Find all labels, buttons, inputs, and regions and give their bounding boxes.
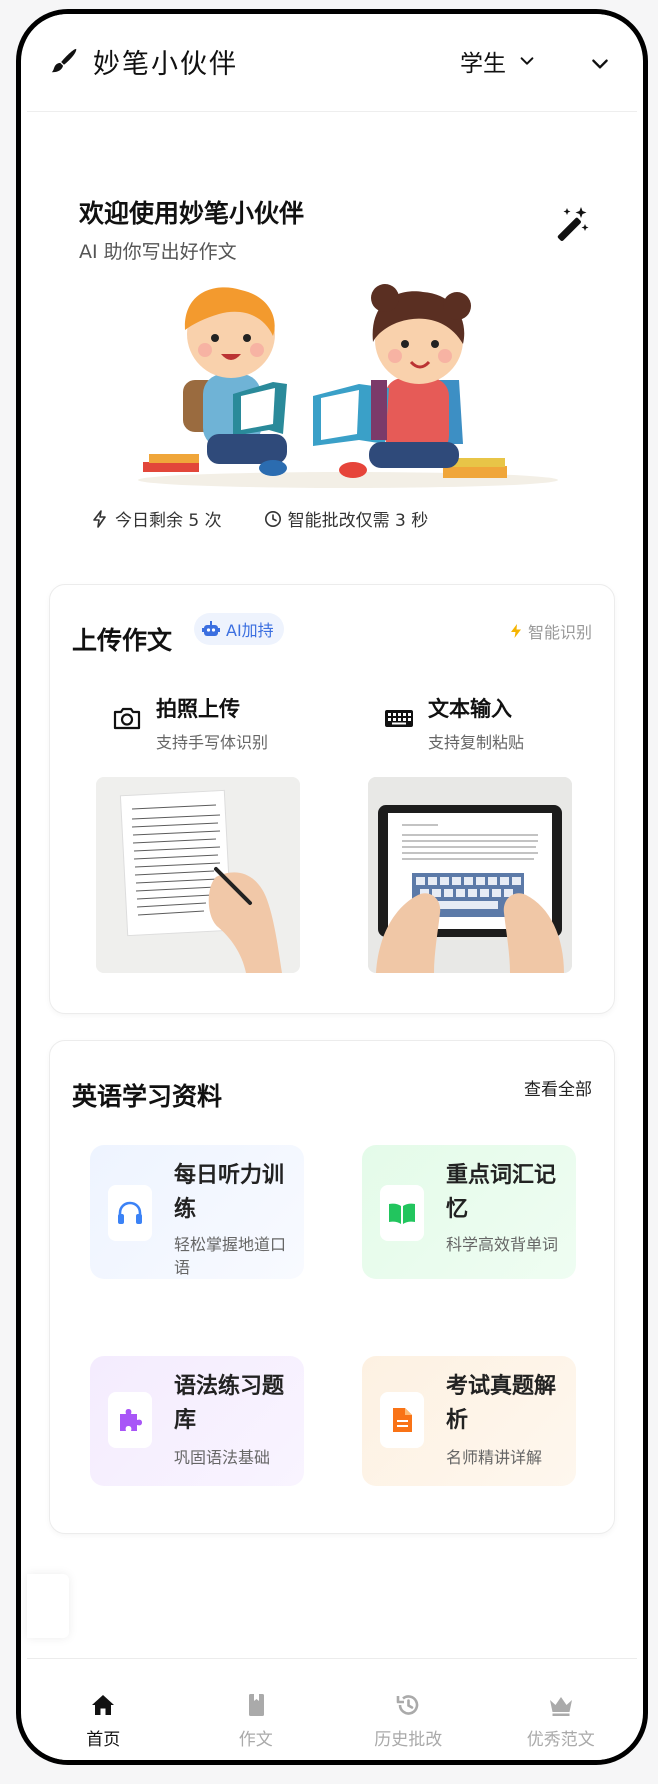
screen: 妙笔小伙伴 学生 欢迎使用妙笔小伙伴 AI 助你写出好作文 今日剩余 5 次 智… bbox=[27, 14, 637, 1760]
nav-essay[interactable]: 作文 bbox=[180, 1659, 333, 1760]
robot-icon bbox=[202, 621, 220, 636]
history-icon bbox=[396, 1695, 419, 1715]
nav-label: 历史批改 bbox=[374, 1730, 443, 1750]
tablet-typing-photo[interactable] bbox=[368, 777, 572, 973]
tile-icon-box bbox=[380, 1185, 424, 1241]
resources-card: 英语学习资料 查看全部 每日听力训练 轻松掌握地道口语 重点词汇记忆 科学高效背… bbox=[49, 1040, 615, 1534]
nav-excellent[interactable]: 优秀范文 bbox=[485, 1659, 638, 1760]
app-title: 妙笔小伙伴 bbox=[93, 49, 238, 80]
photo-upload-title: 拍照上传 bbox=[156, 697, 240, 721]
resource-grammar[interactable]: 语法练习题库 巩固语法基础 bbox=[90, 1356, 304, 1486]
home-icon bbox=[92, 1695, 115, 1715]
puzzle-icon bbox=[120, 1409, 142, 1431]
tile-icon-box bbox=[380, 1392, 424, 1448]
keyboard-icon bbox=[385, 710, 413, 727]
photo-upload-desc: 支持手写体识别 bbox=[156, 733, 269, 752]
upload-card: 上传作文 AI加持 智能识别 拍照上传 支持手写体识别 文本输入 支持复制粘贴 bbox=[49, 584, 615, 1014]
crown-icon bbox=[549, 1697, 572, 1716]
role-label: 学生 bbox=[460, 51, 506, 77]
clock-icon bbox=[264, 510, 281, 527]
menu-chevron-icon[interactable] bbox=[589, 53, 611, 75]
view-all-link[interactable]: 查看全部 bbox=[524, 1075, 592, 1100]
tile-icon-box bbox=[108, 1185, 152, 1241]
nav-history[interactable]: 历史批改 bbox=[332, 1659, 485, 1760]
nav-label: 首页 bbox=[86, 1730, 121, 1750]
nav-home[interactable]: 首页 bbox=[27, 1659, 180, 1760]
speed-text: 智能批改仅需 3 秒 bbox=[287, 511, 429, 531]
brush-icon bbox=[51, 48, 77, 73]
camera-icon bbox=[113, 707, 141, 730]
resource-vocabulary[interactable]: 重点词汇记忆 科学高效背单词 bbox=[362, 1145, 576, 1279]
handwriting-photo[interactable] bbox=[96, 777, 300, 973]
tile-desc: 轻松掌握地道口语 bbox=[174, 1235, 287, 1277]
photo-upload-option[interactable]: 拍照上传 支持手写体识别 bbox=[110, 693, 268, 753]
bolt-icon bbox=[93, 509, 106, 528]
tile-desc: 名师精讲详解 bbox=[446, 1448, 543, 1467]
document-icon bbox=[393, 1408, 412, 1432]
headphones-icon bbox=[118, 1201, 142, 1224]
hero-stats: 今日剩余 5 次 智能批改仅需 3 秒 bbox=[91, 506, 428, 531]
tablet-image bbox=[368, 777, 572, 973]
book-icon bbox=[248, 1694, 264, 1716]
floating-side-tab[interactable] bbox=[27, 1574, 69, 1638]
resources-title: 英语学习资料 bbox=[72, 1082, 223, 1111]
book-icon bbox=[389, 1203, 415, 1224]
magic-wand-icon[interactable] bbox=[551, 204, 591, 244]
ai-badge-label: AI加持 bbox=[226, 621, 274, 640]
tile-title: 每日听力训练 bbox=[174, 1163, 285, 1222]
bolt-icon bbox=[510, 624, 521, 638]
remaining-stat: 今日剩余 5 次 bbox=[91, 506, 222, 531]
app-header: 妙笔小伙伴 学生 bbox=[27, 14, 637, 112]
nav-label: 优秀范文 bbox=[526, 1730, 595, 1750]
remaining-text: 今日剩余 5 次 bbox=[115, 511, 222, 531]
tile-icon-box bbox=[108, 1392, 152, 1448]
nav-label: 作文 bbox=[238, 1730, 273, 1750]
kids-reading-illustration bbox=[138, 284, 558, 488]
tile-title: 重点词汇记忆 bbox=[446, 1163, 557, 1222]
resource-exam[interactable]: 考试真题解析 名师精讲详解 bbox=[362, 1356, 576, 1486]
hero-subtitle: AI 助你写出好作文 bbox=[79, 241, 237, 263]
chevron-down-icon bbox=[520, 57, 534, 65]
smart-label: 智能识别 bbox=[527, 623, 592, 642]
tile-title: 语法练习题库 bbox=[174, 1374, 285, 1433]
ai-badge: AI加持 bbox=[194, 613, 284, 645]
tile-desc: 巩固语法基础 bbox=[174, 1448, 271, 1467]
hero-title: 欢迎使用妙笔小伙伴 bbox=[79, 199, 305, 228]
tile-title: 考试真题解析 bbox=[446, 1374, 557, 1433]
role-selector[interactable]: 学生 bbox=[460, 44, 536, 78]
handwriting-image bbox=[96, 777, 300, 973]
smart-recognition: 智能识别 bbox=[508, 619, 592, 643]
text-input-desc: 支持复制粘贴 bbox=[428, 733, 525, 752]
upload-title: 上传作文 bbox=[72, 626, 173, 655]
text-input-option[interactable]: 文本输入 支持复制粘贴 bbox=[382, 693, 524, 753]
resource-listening[interactable]: 每日听力训练 轻松掌握地道口语 bbox=[90, 1145, 304, 1279]
text-input-title: 文本输入 bbox=[428, 697, 512, 721]
speed-stat: 智能批改仅需 3 秒 bbox=[264, 506, 429, 531]
tile-desc: 科学高效背单词 bbox=[446, 1235, 559, 1254]
bottom-nav: 首页 作文 历史批改 优秀范文 bbox=[27, 1658, 638, 1760]
phone-frame: 妙笔小伙伴 学生 欢迎使用妙笔小伙伴 AI 助你写出好作文 今日剩余 5 次 智… bbox=[16, 9, 648, 1765]
